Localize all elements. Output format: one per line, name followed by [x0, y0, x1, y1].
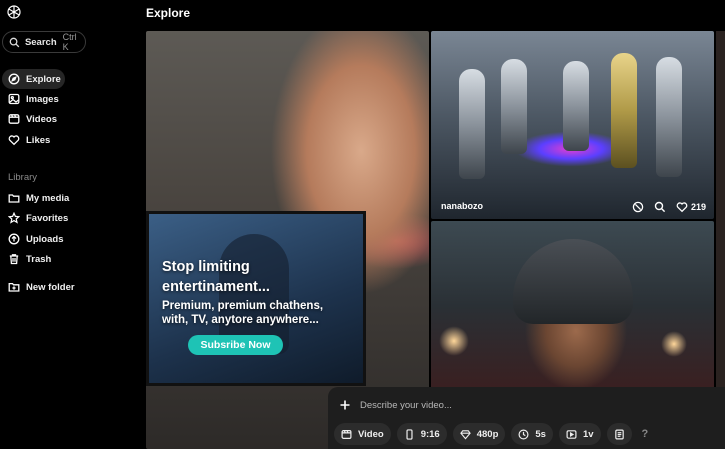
star-icon — [8, 212, 20, 224]
media-icon — [8, 192, 20, 204]
aspect-chip[interactable]: 9:16 — [396, 423, 447, 445]
helmet-image — [513, 239, 633, 324]
aspect-label: 9:16 — [420, 428, 440, 440]
nav-label: Likes — [26, 134, 51, 146]
ad-subtitle: Premium, premium chathens, with, TV, any… — [162, 300, 324, 326]
tile-author[interactable]: nanabozo — [441, 201, 483, 211]
trash-icon — [8, 253, 20, 265]
search-shortcut: Ctrl K — [62, 32, 77, 52]
robot-figure — [611, 53, 637, 168]
type-chip[interactable]: Video — [334, 423, 391, 445]
page-title: Explore — [146, 6, 191, 20]
nav-item-videos[interactable]: Videos — [2, 109, 57, 129]
nav-label: Images — [26, 93, 59, 105]
image-icon — [8, 93, 20, 105]
sidebar: Search Ctrl K Explore Images Videos Like… — [0, 0, 145, 449]
robot-figure — [656, 57, 682, 177]
like-count: 219 — [690, 202, 706, 212]
nav-label: Videos — [26, 113, 57, 125]
remix-icon[interactable] — [632, 201, 644, 213]
nav-item-likes[interactable]: Likes — [2, 130, 50, 150]
prompt-bar: Video 9:16 480p 5s 1v ? — [328, 387, 725, 449]
presets-button[interactable] — [606, 423, 632, 445]
video-icon — [8, 113, 20, 125]
media-tile-rider[interactable] — [431, 221, 714, 391]
variations-chip[interactable]: 1v — [558, 423, 601, 445]
quality-chip[interactable]: 480p — [452, 423, 506, 445]
phone-icon — [404, 428, 415, 440]
new-folder-button[interactable]: New folder — [2, 277, 75, 297]
like-button[interactable]: 219 — [676, 201, 706, 213]
media-tile-robots[interactable]: nanabozo 219 — [431, 31, 714, 219]
play-icon — [566, 429, 577, 440]
duration-label: 5s — [535, 428, 546, 440]
quality-label: 480p — [476, 428, 499, 440]
robot-figure — [459, 69, 485, 179]
subscribe-button[interactable]: Subsribe Now — [188, 335, 283, 355]
clock-icon — [518, 429, 529, 440]
robot-figure — [563, 61, 589, 151]
folder-plus-icon — [8, 281, 20, 293]
document-icon — [614, 429, 625, 440]
nav-item-images[interactable]: Images — [2, 89, 59, 109]
new-folder-label: New folder — [26, 281, 75, 293]
logo-icon[interactable] — [6, 4, 22, 20]
diamond-icon — [459, 429, 471, 440]
heart-icon — [8, 134, 20, 146]
nav-label: Trash — [26, 253, 52, 265]
nav-item-explore[interactable]: Explore — [2, 69, 65, 89]
video-icon — [341, 429, 352, 440]
search-label: Search — [24, 36, 57, 48]
variations-label: 1v — [582, 428, 594, 440]
plus-icon[interactable] — [339, 399, 351, 411]
robot-figure — [501, 59, 527, 154]
compass-icon — [8, 73, 20, 85]
type-label: Video — [358, 428, 384, 440]
search-icon[interactable] — [654, 201, 666, 213]
nav-label: My media — [26, 192, 70, 204]
prompt-input[interactable] — [360, 396, 660, 414]
upload-icon — [8, 233, 20, 245]
help-button[interactable]: ? — [642, 428, 649, 440]
search-button[interactable]: Search Ctrl K — [2, 31, 86, 53]
nav-item-my-media[interactable]: My media — [2, 188, 69, 208]
heart-icon — [676, 201, 688, 213]
search-icon — [9, 37, 20, 47]
nav-item-favorites[interactable]: Favorites — [2, 208, 68, 228]
ad-title: Stop limiting entertinament... — [162, 259, 270, 295]
nav-label: Favorites — [26, 212, 69, 224]
nav-item-uploads[interactable]: Uploads — [2, 229, 63, 249]
nav-label: Explore — [26, 73, 61, 85]
duration-chip[interactable]: 5s — [511, 423, 553, 445]
nav-label: Uploads — [26, 233, 64, 245]
library-heading: Library — [8, 172, 38, 183]
nav-item-trash[interactable]: Trash — [2, 249, 51, 269]
